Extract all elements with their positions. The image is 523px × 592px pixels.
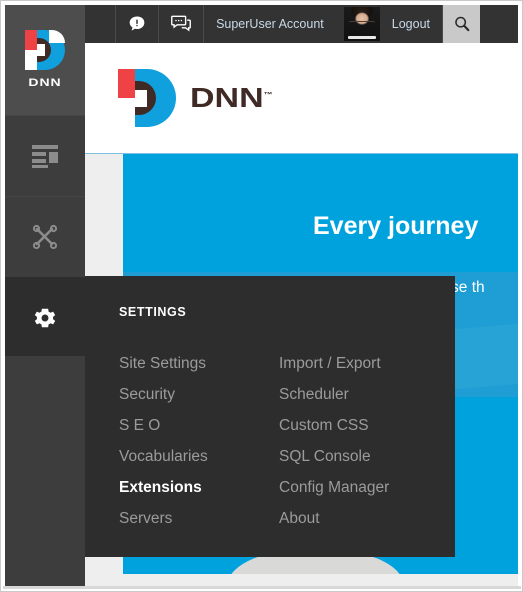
dnn-logo-mark xyxy=(118,69,176,127)
settings-flyout-panel: SETTINGS Site Settings Security S E O Vo… xyxy=(85,276,455,557)
settings-panel-title: SETTINGS xyxy=(119,305,187,319)
rail-lower-filler xyxy=(5,356,85,587)
logout-button[interactable]: Logout xyxy=(380,5,442,43)
settings-item-scheduler[interactable]: Scheduler xyxy=(279,379,439,410)
rail-logo-white-notch xyxy=(49,30,65,43)
rail-item-tools[interactable] xyxy=(5,196,85,277)
rail-item-settings[interactable] xyxy=(5,277,85,358)
avatar-cell[interactable] xyxy=(336,5,380,43)
site-logo[interactable]: DNN™ xyxy=(118,69,273,127)
site-logo-tm: ™ xyxy=(263,89,273,99)
messages-button[interactable] xyxy=(158,5,203,43)
content-layout-icon xyxy=(30,143,60,169)
dnn-admin-screenshot: DNN™ Every journey DNN® makes it easy fo… xyxy=(0,0,523,592)
settings-item-sql-console[interactable]: SQL Console xyxy=(279,441,439,472)
rail-logo-text: DNN xyxy=(28,75,62,89)
alert-bubble-icon xyxy=(128,15,146,33)
notifications-button[interactable] xyxy=(115,5,158,43)
search-button[interactable] xyxy=(442,5,480,43)
site-logo-wordmark: DNN™ xyxy=(190,82,273,114)
banner-heading: Every journey xyxy=(313,212,479,240)
settings-item-site-settings[interactable]: Site Settings xyxy=(119,348,279,379)
settings-item-seo[interactable]: S E O xyxy=(119,410,279,441)
settings-item-security[interactable]: Security xyxy=(119,379,279,410)
settings-item-servers[interactable]: Servers xyxy=(119,503,279,534)
settings-item-custom-css[interactable]: Custom CSS xyxy=(279,410,439,441)
rail-logo-inner-cut xyxy=(37,44,45,56)
search-icon xyxy=(453,15,471,33)
account-label: SuperUser Account xyxy=(216,17,324,31)
settings-item-config-manager[interactable]: Config Manager xyxy=(279,472,439,503)
account-menu[interactable]: SuperUser Account xyxy=(203,5,336,43)
message-bubble-icon xyxy=(171,15,191,33)
admin-topbar-items: SuperUser Account Logout xyxy=(115,5,518,43)
settings-item-about[interactable]: About xyxy=(279,503,439,534)
settings-menu-column-2: Import / Export Scheduler Custom CSS SQL… xyxy=(279,348,439,534)
gear-icon xyxy=(32,305,58,331)
dnn-rail-logo-mark xyxy=(25,30,65,70)
screenshot-shadow xyxy=(3,586,521,589)
site-logo-word: DNN xyxy=(190,82,264,114)
topbar-right-padding xyxy=(480,5,518,43)
settings-menu-columns: Site Settings Security S E O Vocabularie… xyxy=(119,348,439,534)
avatar[interactable] xyxy=(343,7,380,41)
rail-logo[interactable]: DNN xyxy=(5,5,85,115)
logo-notch xyxy=(135,90,147,107)
admin-topbar: SuperUser Account Logout xyxy=(85,5,518,43)
settings-item-extensions[interactable]: Extensions xyxy=(119,472,279,503)
settings-item-import-export[interactable]: Import / Export xyxy=(279,348,439,379)
logout-label: Logout xyxy=(391,17,430,31)
browser-canvas: DNN™ Every journey DNN® makes it easy fo… xyxy=(5,5,518,587)
rail-item-content[interactable] xyxy=(5,115,85,196)
settings-item-vocabularies[interactable]: Vocabularies xyxy=(119,441,279,472)
settings-menu-column-1: Site Settings Security S E O Vocabularie… xyxy=(119,348,279,534)
site-logo-bar: DNN™ xyxy=(85,43,518,153)
crossed-tools-icon xyxy=(30,222,60,252)
